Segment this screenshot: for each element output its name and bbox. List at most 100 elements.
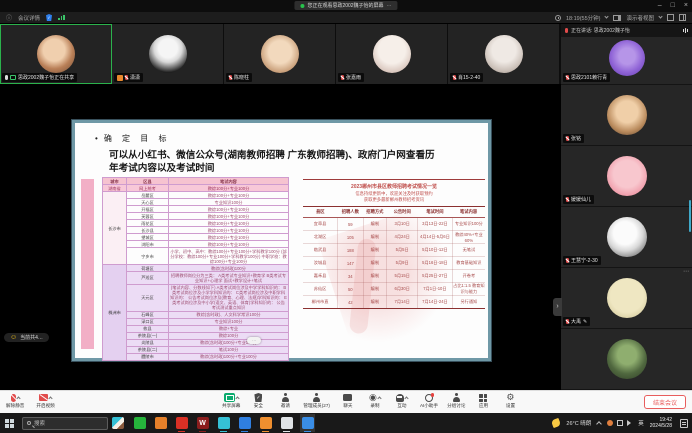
taskbar-app-icon[interactable] <box>174 414 189 432</box>
close-button[interactable]: × <box>684 0 688 11</box>
taskbar-app-icon[interactable] <box>258 414 273 432</box>
taskbar-app-meeting[interactable] <box>300 414 315 432</box>
mic-icon <box>5 75 8 80</box>
chat-preview-bubble[interactable]: ☺ 当前共4… <box>4 333 49 342</box>
taskbar-app-icon[interactable] <box>153 414 168 432</box>
ai-assistant-button[interactable]: AI小助手 <box>420 393 438 409</box>
maximize-button[interactable]: □ <box>671 0 675 11</box>
apps-button[interactable]: 应用 <box>474 393 492 409</box>
table-cell: 岳麓区 <box>127 192 169 199</box>
chevron-up-icon[interactable] <box>404 396 408 400</box>
chevron-up-icon[interactable] <box>48 396 52 400</box>
taskbar-app-icon[interactable] <box>237 414 252 432</box>
security-button[interactable]: ✓安全 <box>249 393 267 409</box>
toolbar-label: 互动 <box>397 403 406 409</box>
members-button[interactable]: 管理成员(27) <box>303 393 330 409</box>
app-icon <box>260 417 272 429</box>
sidebar-video-tile[interactable]: 张铭 <box>561 85 692 145</box>
minimize-button[interactable]: – <box>658 0 662 11</box>
settings-button[interactable]: ⚙设置 <box>501 393 519 409</box>
protection-shield-icon[interactable]: ✓ <box>46 14 52 21</box>
sidebar-video-tile[interactable]: 正在讲话: 思政2002魏子怡思政2101赖行青 <box>561 24 692 84</box>
taskbar-widget-icon[interactable] <box>112 417 124 429</box>
meeting-timer[interactable]: 18:19(55分钟) <box>566 14 601 22</box>
table-cell: 编制 <box>363 231 387 244</box>
overlay-pill[interactable]: ⋯ <box>247 337 261 344</box>
presentation-slide: 确 定 目 标 可以从小红书、微信公众号(湖南教师招聘 广东教师招聘)、政府门户… <box>72 120 491 361</box>
start-button[interactable] <box>5 419 14 428</box>
sidebar-video-tile[interactable]: 媛媛仙儿 <box>561 146 692 206</box>
breakout-button[interactable]: 分组讨论 <box>447 393 465 409</box>
audio-wave-icon <box>683 28 688 33</box>
sidebar-video-tile[interactable]: 王慧宁-2-30 <box>561 207 692 267</box>
sidebar-scrollbar[interactable] <box>689 200 691 232</box>
table-cell: 7月14日-24日 <box>418 296 453 309</box>
share-banner[interactable]: 您正在观看思政2002魏子怡的屏幕 ⋯ <box>294 1 397 10</box>
more-icon[interactable]: ⋯ <box>387 3 392 9</box>
mic-muted-icon <box>125 75 128 80</box>
more-icon[interactable]: ⋯ <box>683 268 689 275</box>
video-tile[interactable]: 思政2002魏子怡正在共享 <box>0 24 112 84</box>
start-video-button[interactable]: 开启视频 <box>36 393 54 409</box>
table-cell: 专业知识100分 <box>452 218 485 231</box>
table-row: 苏仙区50编制6月30日7月1日-10日占比1:1.5 教育知识与能力 <box>303 283 485 296</box>
taskbar-app-icon[interactable] <box>279 414 294 432</box>
apps-grid-icon <box>479 394 487 402</box>
sidebar-video-tile[interactable] <box>561 329 692 389</box>
tray-expand-icon[interactable] <box>596 421 602 427</box>
participant-name: 潇潇 <box>130 74 140 81</box>
interact-button[interactable]: 互动 <box>393 393 411 409</box>
view-mode-icon <box>613 15 621 21</box>
table-cell: 教育基础知识 <box>452 257 485 270</box>
share-screen-button[interactable]: 共享屏幕 <box>222 393 240 409</box>
table-cell: 宜章县 <box>303 218 338 231</box>
participant-name: 王慧宁-2-30 <box>571 257 598 264</box>
tray-volume-icon[interactable] <box>627 420 634 426</box>
tray-display-icon[interactable] <box>617 420 623 426</box>
video-tile[interactable]: 肖15-2-40 <box>448 24 560 84</box>
video-tile[interactable]: 张嘉雨 <box>336 24 448 84</box>
sidebar-collapse-button[interactable]: › <box>553 298 562 316</box>
record-button[interactable]: ◉录制 <box>366 393 384 409</box>
taskbar-app-icon[interactable] <box>216 414 231 432</box>
invite-button[interactable]: 邀请 <box>276 393 294 409</box>
fullscreen-icon[interactable] <box>667 14 674 21</box>
chevron-up-icon[interactable] <box>377 396 381 400</box>
chat-button[interactable]: 聊天 <box>339 393 357 409</box>
participant-name: 陈晓柱 <box>234 74 249 81</box>
weather-text[interactable]: 26°C 晴朗 <box>566 419 591 427</box>
sidebar-video-tile[interactable]: ⋯大禹✎ <box>561 268 692 328</box>
meeting-detail-link[interactable]: 会议详情 <box>18 14 40 22</box>
toolbar-label: 开启视频 <box>36 403 54 409</box>
chevron-down-icon[interactable] <box>605 14 609 18</box>
hand-badge-icon <box>117 75 123 81</box>
end-meeting-button[interactable]: 结束会议 <box>644 395 686 409</box>
action-center-icon[interactable] <box>680 419 688 428</box>
table-row: 浏阳市教综100分+专业100分 <box>103 241 289 248</box>
clock-widget[interactable]: 19:42 2024/5/28 <box>650 417 672 430</box>
table-cell: 招聘教师岗位分为三类： A类考试专业知识+教育学 B类考试专业知识+心理学 面试… <box>169 272 289 284</box>
slide-body-line1: 可以从小红书、微信公众号(湖南教师招聘 广东教师招聘)、政府门户网查看历 <box>109 147 475 161</box>
view-mode-selector[interactable]: 演示者视图 <box>626 14 654 22</box>
taskbar-search[interactable]: 搜索 <box>22 417 108 430</box>
screen-share-icon <box>224 393 235 402</box>
ime-indicator[interactable]: 英 <box>638 419 644 427</box>
layout-icon[interactable] <box>679 14 686 21</box>
chevron-down-icon[interactable] <box>658 14 662 18</box>
weather-icon[interactable] <box>551 418 561 428</box>
table-row: 开福区教综100分+专业100分 <box>103 206 289 213</box>
network-signal-icon[interactable] <box>58 15 65 21</box>
window-titlebar: 您正在观看思政2002魏子怡的屏幕 ⋯ – □ × <box>0 0 692 12</box>
taskbar-app-icon[interactable]: W <box>195 414 210 432</box>
tray-app-icon[interactable] <box>607 420 613 426</box>
video-tile[interactable]: 潇潇 <box>112 24 224 84</box>
unmute-button[interactable]: 解除静音 <box>6 393 24 409</box>
app-icon <box>239 417 251 429</box>
table-cell: 教综100分 <box>169 332 289 339</box>
chevron-up-icon[interactable] <box>235 396 239 400</box>
table-cell: 5月15日 <box>387 270 418 283</box>
video-tile[interactable]: 陈晓柱 <box>224 24 336 84</box>
taskbar-app-icon[interactable] <box>132 414 147 432</box>
table-cell: 5月5日 <box>387 244 418 257</box>
active-indicator <box>283 431 290 433</box>
